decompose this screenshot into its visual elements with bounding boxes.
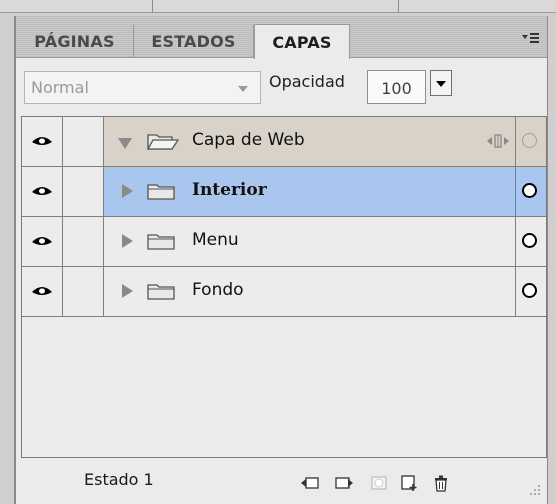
layer-list: Capa de Web Interior Menu Fondo: [21, 116, 547, 458]
layer-row-capa-de-web[interactable]: Capa de Web: [22, 117, 546, 167]
circle-icon: [522, 183, 537, 198]
visibility-toggle[interactable]: [22, 167, 63, 216]
expand-triangle-icon[interactable]: [122, 284, 133, 298]
circle-icon: [522, 133, 537, 148]
divider: [152, 0, 153, 12]
blend-mode-select[interactable]: Normal: [24, 71, 261, 104]
resize-grip-icon[interactable]: [529, 484, 541, 496]
eye-icon: [32, 187, 52, 195]
layer-name: Menu: [192, 230, 239, 250]
selection-indicator[interactable]: [516, 217, 546, 266]
layers-panel: PÁGINAS ESTADOS CAPAS Normal Opacidad 10…: [14, 16, 548, 504]
add-mask-icon[interactable]: [334, 474, 354, 492]
eye-icon: [32, 137, 52, 145]
layer-main[interactable]: Interior: [104, 167, 516, 216]
layer-name: Interior: [192, 180, 267, 200]
lock-toggle[interactable]: [63, 267, 104, 316]
layer-row-menu[interactable]: Menu: [22, 217, 546, 267]
visibility-toggle[interactable]: [22, 117, 63, 166]
layer-main[interactable]: Menu: [104, 217, 516, 266]
move-arrows-icon: [487, 134, 509, 148]
divider: [398, 0, 399, 12]
visibility-toggle[interactable]: [22, 267, 63, 316]
folder-icon: [147, 184, 175, 200]
layer-name: Fondo: [192, 280, 244, 300]
lock-toggle[interactable]: [63, 117, 104, 166]
tab-estados[interactable]: ESTADOS: [134, 25, 254, 58]
lock-toggle[interactable]: [63, 167, 104, 216]
circle-icon: [522, 233, 537, 248]
blend-mode-value: Normal: [31, 78, 89, 97]
tab-paginas[interactable]: PÁGINAS: [16, 25, 134, 58]
chevron-down-icon: [238, 86, 248, 92]
layer-main[interactable]: Capa de Web: [104, 117, 516, 166]
circle-icon: [522, 283, 537, 298]
tab-bar: PÁGINAS ESTADOS CAPAS: [16, 16, 547, 59]
expand-triangle-icon[interactable]: [122, 184, 133, 198]
trash-icon[interactable]: [431, 474, 451, 492]
layer-row-fondo[interactable]: Fondo: [22, 267, 546, 317]
layer-main[interactable]: Fondo: [104, 267, 516, 316]
opacity-label: Opacidad: [269, 72, 345, 91]
lock-toggle[interactable]: [63, 217, 104, 266]
selection-indicator[interactable]: [516, 167, 546, 216]
eye-icon: [32, 287, 52, 295]
layer-controls: Normal Opacidad 100: [16, 58, 547, 108]
current-state-label: Estado 1: [84, 470, 154, 489]
panel-menu-icon[interactable]: [521, 30, 539, 46]
selection-indicator[interactable]: [516, 267, 546, 316]
selection-indicator[interactable]: [516, 117, 546, 166]
folder-icon: [147, 284, 175, 300]
collapse-triangle-icon[interactable]: [118, 138, 132, 149]
opacity-input[interactable]: 100: [367, 70, 426, 104]
folder-open-icon: [146, 134, 180, 150]
folder-icon: [147, 234, 175, 250]
top-strip: [0, 0, 556, 13]
status-bar: Estado 1: [16, 458, 547, 504]
new-layer-icon[interactable]: [400, 474, 420, 492]
layer-name: Capa de Web: [192, 130, 305, 150]
visibility-toggle[interactable]: [22, 217, 63, 266]
layer-row-interior[interactable]: Interior: [22, 167, 546, 217]
opacity-dropdown-button[interactable]: [430, 70, 452, 96]
expand-triangle-icon[interactable]: [122, 234, 133, 248]
mask-icon[interactable]: [369, 474, 389, 492]
tab-capas[interactable]: CAPAS: [254, 24, 350, 59]
eye-icon: [32, 237, 52, 245]
chevron-down-icon: [436, 81, 446, 87]
share-to-states-icon[interactable]: [300, 474, 320, 492]
